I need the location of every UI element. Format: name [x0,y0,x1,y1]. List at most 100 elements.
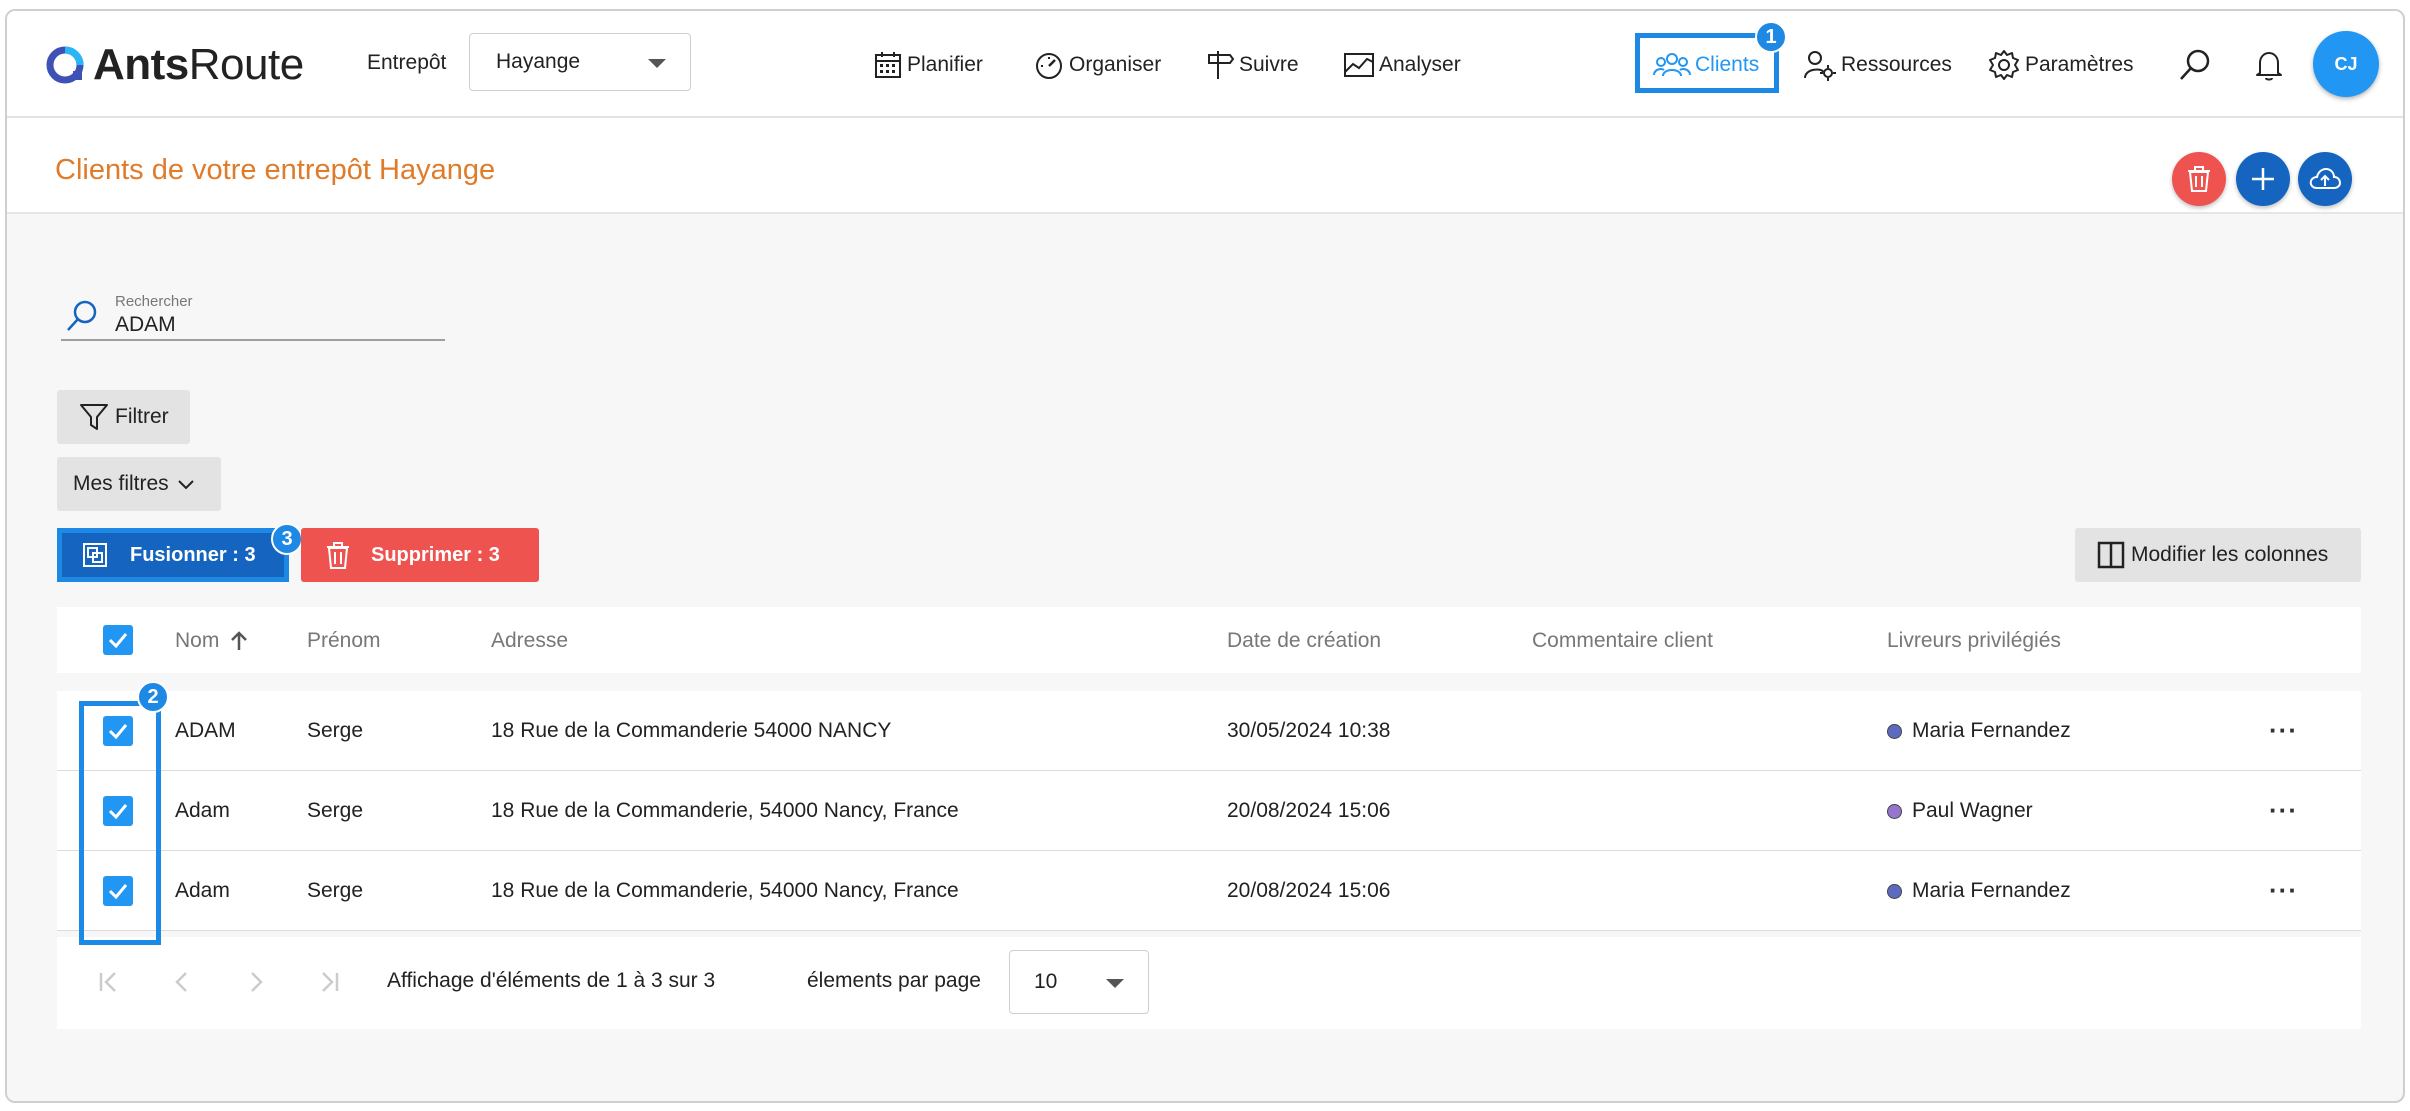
nav-plan[interactable]: Planifier [873,49,983,81]
table-row[interactable]: ADAM Serge 18 Rue de la Commanderie 5400… [57,691,2361,771]
nav-clients[interactable]: Clients [1653,49,1759,81]
funnel-icon [80,404,108,430]
row-checkbox[interactable] [103,876,133,906]
driver-name: Maria Fernandez [1912,879,2071,902]
nav-plan-label: Planifier [907,53,983,76]
delete-all-button[interactable] [2172,152,2226,206]
row-checkbox[interactable] [103,796,133,826]
table-row[interactable]: Adam Serge 18 Rue de la Commanderie, 540… [57,851,2361,931]
my-filters-dropdown[interactable]: Mes filtres [57,457,221,511]
app-window: AntsRoute Entrepôt Hayange Planifier Org… [5,9,2405,1103]
depot-select[interactable]: Hayange [469,33,691,91]
first-page-icon[interactable] [95,967,125,997]
user-avatar[interactable]: CJ [2313,31,2379,97]
cell-driver: Maria Fernandez [1887,719,2071,743]
logo-text: AntsRoute [93,40,304,89]
annotation-badge-3: 3 [271,523,303,555]
row-more-menu[interactable]: ··· [2269,875,2298,906]
search-icon [67,300,97,331]
check-icon [108,804,128,820]
per-page-label: élements par page [807,969,981,992]
column-header-address[interactable]: Adresse [491,629,568,653]
merge-icon [83,543,107,567]
pagination-summary: Affichage d'éléments de 1 à 3 sur 3 [387,969,716,992]
nav-resources-label: Ressources [1841,53,1952,76]
users-group-icon [1653,53,1691,77]
filter-button-label: Filtrer [115,405,169,428]
edit-columns-button[interactable]: Modifier les colonnes [2075,528,2361,582]
nav-organize[interactable]: Organiser [1033,49,1161,81]
bell-icon [2256,52,2282,81]
calendar-icon [875,52,901,78]
column-header-name-label: Nom [175,629,220,652]
column-header-firstname[interactable]: Prénom [307,629,381,653]
row-more-menu[interactable]: ··· [2269,795,2298,826]
table-row[interactable]: Adam Serge 18 Rue de la Commanderie, 540… [57,771,2361,851]
cell-firstname: Serge [307,879,364,902]
filter-button[interactable]: Filtrer [57,390,190,444]
trash-icon [327,542,349,569]
driver-name: Paul Wagner [1912,799,2033,822]
add-client-button[interactable] [2236,152,2290,206]
check-icon [108,724,128,740]
nav-clients-label: Clients [1695,53,1760,76]
notifications-button[interactable] [2249,45,2289,85]
check-icon [108,633,128,649]
nav-track-label: Suivre [1239,53,1299,76]
caret-down-icon [1106,979,1124,988]
edit-columns-label: Modifier les colonnes [2131,543,2329,566]
column-header-name[interactable]: Nom [175,629,251,653]
cell-address: 18 Rue de la Commanderie, 54000 Nancy, F… [491,799,959,822]
cell-driver: Paul Wagner [1887,799,2033,823]
driver-color-dot [1887,883,1902,899]
row-checkbox[interactable] [103,716,133,746]
cell-created: 20/08/2024 15:06 [1227,799,1391,822]
column-header-drivers[interactable]: Livreurs privilégiés [1887,629,2061,653]
nav-track[interactable]: Suivre [1205,49,1299,81]
cell-created: 30/05/2024 10:38 [1227,719,1391,742]
nav-analyze[interactable]: Analyser [1343,49,1461,81]
depot-select-value: Hayange [496,50,581,73]
nav-resources[interactable]: Ressources [1803,49,1952,81]
cell-address: 18 Rue de la Commanderie 54000 NANCY [491,719,892,742]
import-button[interactable] [2298,152,2352,206]
row-more-menu[interactable]: ··· [2269,715,2298,746]
antsroute-logo[interactable]: AntsRoute [45,39,304,91]
cell-driver: Maria Fernandez [1887,879,2071,903]
next-page-icon[interactable] [241,967,271,997]
cell-name: ADAM [175,719,236,742]
select-all-checkbox[interactable] [103,625,133,655]
signpost-icon [1208,51,1235,79]
delete-selected-button[interactable]: Supprimer : 3 [301,528,539,582]
plus-icon [2252,168,2274,190]
search-button[interactable] [2175,45,2215,85]
my-filters-label: Mes filtres [73,472,169,495]
speedometer-icon [1036,53,1062,79]
driver-color-dot [1887,803,1902,819]
previous-page-icon[interactable] [167,967,197,997]
last-page-icon[interactable] [313,967,343,997]
search-input[interactable] [115,313,435,337]
paginator: Affichage d'éléments de 1 à 3 sur 3 élem… [57,937,2361,1029]
merge-button[interactable]: Fusionner : 3 [57,528,289,582]
gear-icon [1989,50,2019,80]
table-header: Nom Prénom Adresse Date de création Comm… [57,607,2361,673]
logo-mark-icon [46,46,84,84]
chart-icon [1344,53,1374,77]
annotation-badge-2: 2 [137,681,169,713]
columns-icon [2097,541,2125,569]
cell-firstname: Serge [307,719,364,742]
column-header-created[interactable]: Date de création [1227,629,1381,653]
page-title: Clients de votre entrepôt Hayange [55,154,496,186]
chevron-down-icon [177,480,194,490]
user-settings-icon [1804,51,1836,81]
nav-analyze-label: Analyser [1379,53,1461,76]
per-page-select[interactable]: 10 [1009,950,1149,1014]
column-header-comment[interactable]: Commentaire client [1532,629,1713,653]
search-field[interactable]: Rechercher [61,279,445,341]
arrow-up-icon [231,631,248,650]
trash-icon [2188,166,2210,192]
nav-settings[interactable]: Paramètres [1987,49,2134,81]
cell-firstname: Serge [307,799,364,822]
nav-settings-label: Paramètres [2025,53,2134,76]
